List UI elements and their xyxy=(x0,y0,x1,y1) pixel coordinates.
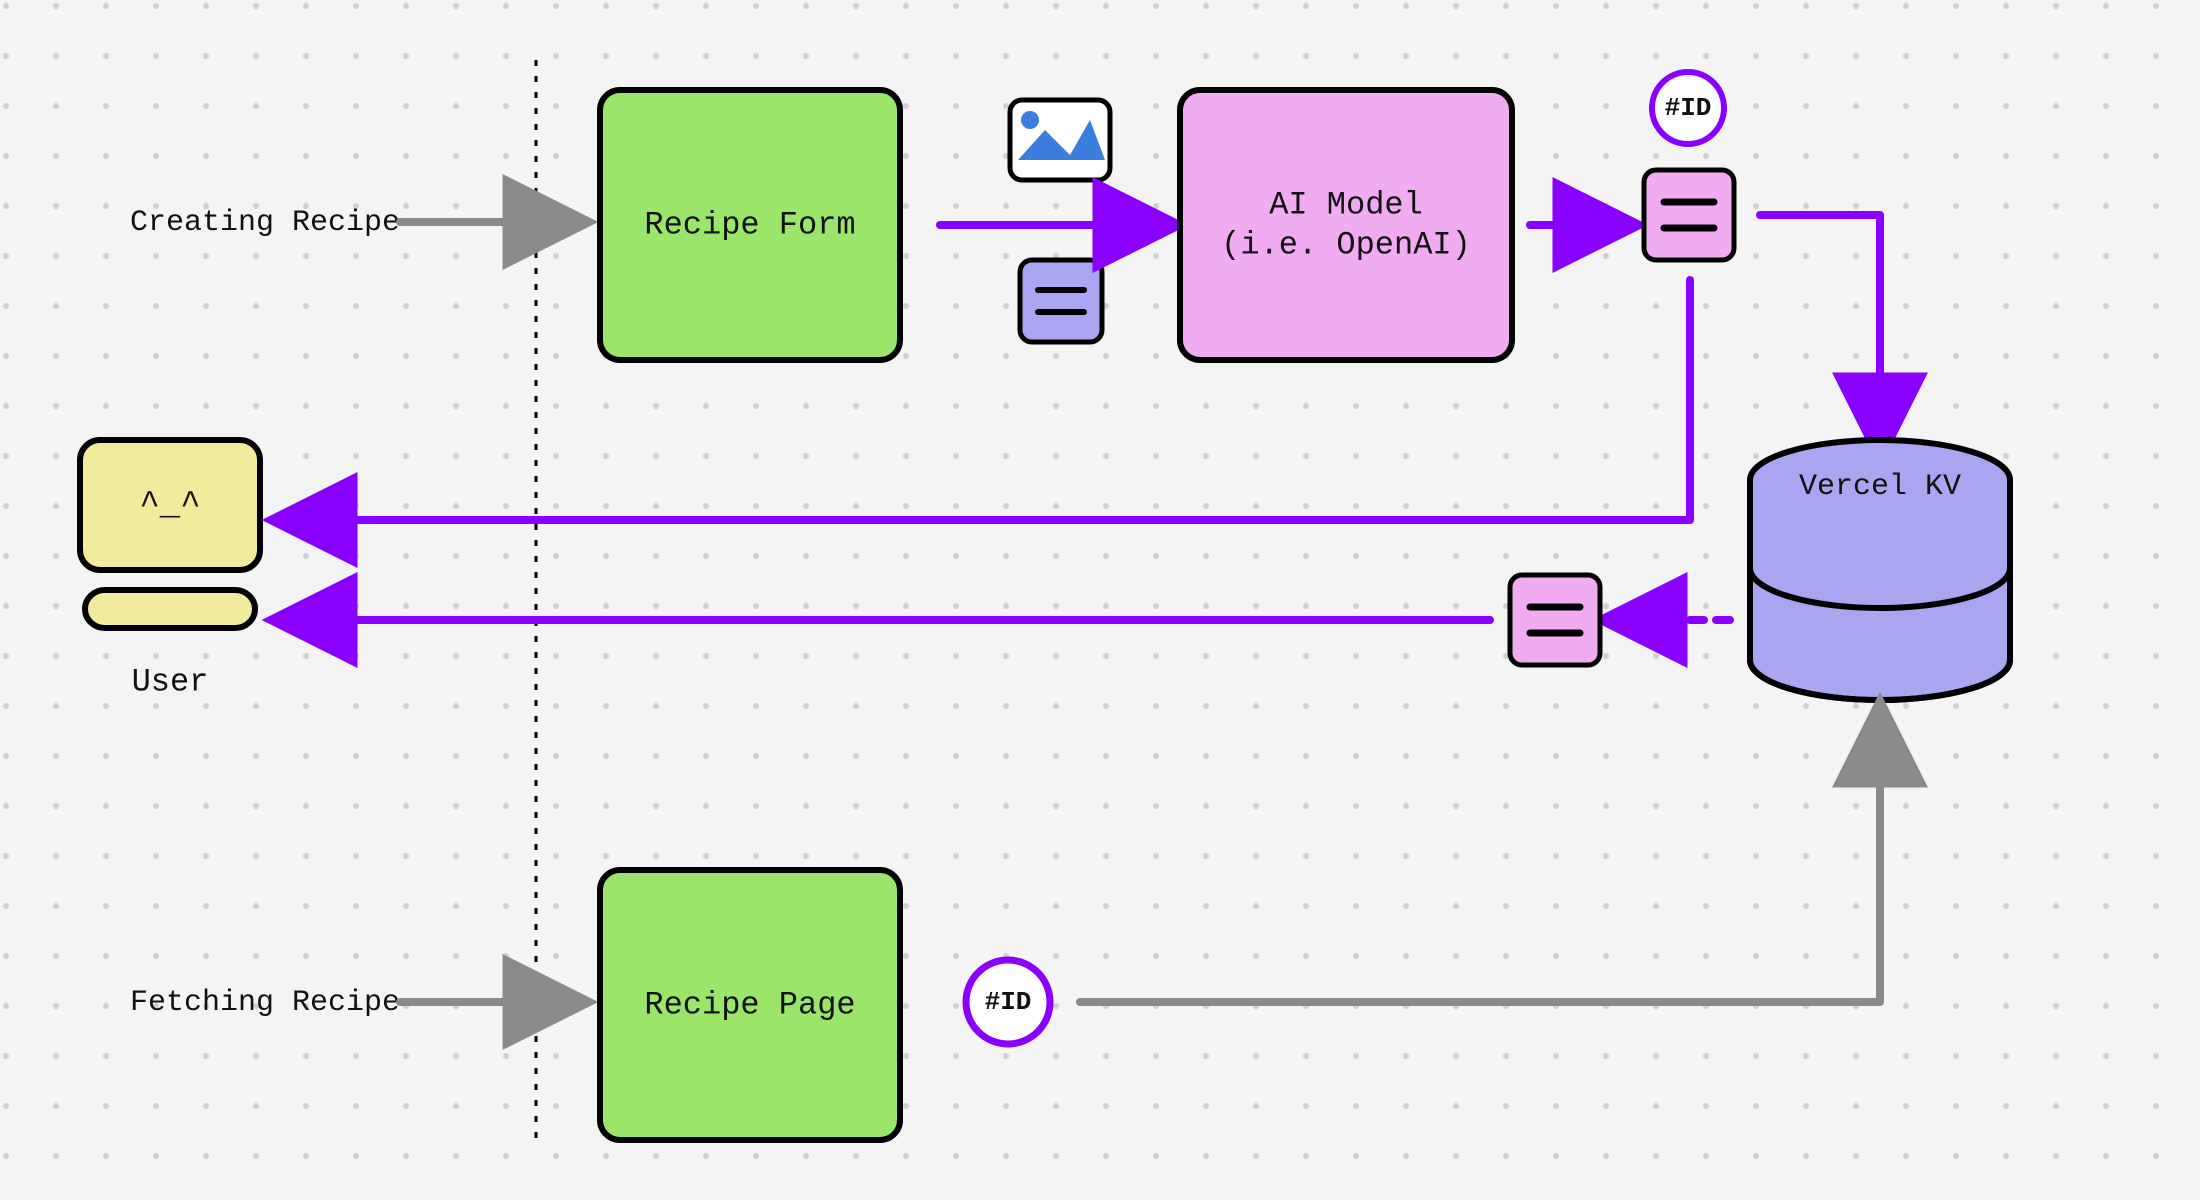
ai-model-box: AI Model (i.e. OpenAI) xyxy=(1180,90,1512,360)
recipe-form-box: Recipe Form xyxy=(600,90,900,360)
fetching-recipe-label: Fetching Recipe xyxy=(130,986,400,1020)
id-badge-top: #ID xyxy=(1652,72,1724,144)
ai-model-label-1: AI Model xyxy=(1269,186,1423,223)
vercel-kv-db: Vercel KV xyxy=(1750,440,2010,700)
image-icon xyxy=(1010,100,1110,180)
ai-model-label-2: (i.e. OpenAI) xyxy=(1221,226,1471,263)
creating-recipe-label: Creating Recipe xyxy=(130,206,400,240)
recipe-page-label: Recipe Page xyxy=(644,986,855,1023)
id-badge-bottom: #ID xyxy=(966,960,1050,1044)
recipe-form-label: Recipe Form xyxy=(644,206,855,243)
svg-text:#ID: #ID xyxy=(1665,93,1712,123)
user-label: User xyxy=(132,663,209,700)
architecture-diagram: ^_^ User Creating Recipe Fetching Recipe… xyxy=(0,0,2200,1200)
svg-text:#ID: #ID xyxy=(985,987,1032,1017)
vercel-kv-label: Vercel KV xyxy=(1799,470,1961,504)
doc-pink-top-icon xyxy=(1644,170,1734,260)
doc-pink-mid-icon xyxy=(1510,575,1600,665)
doc-lavender-icon xyxy=(1020,260,1102,342)
recipe-page-box: Recipe Page xyxy=(600,870,900,1140)
svg-text:^_^: ^_^ xyxy=(139,487,200,525)
